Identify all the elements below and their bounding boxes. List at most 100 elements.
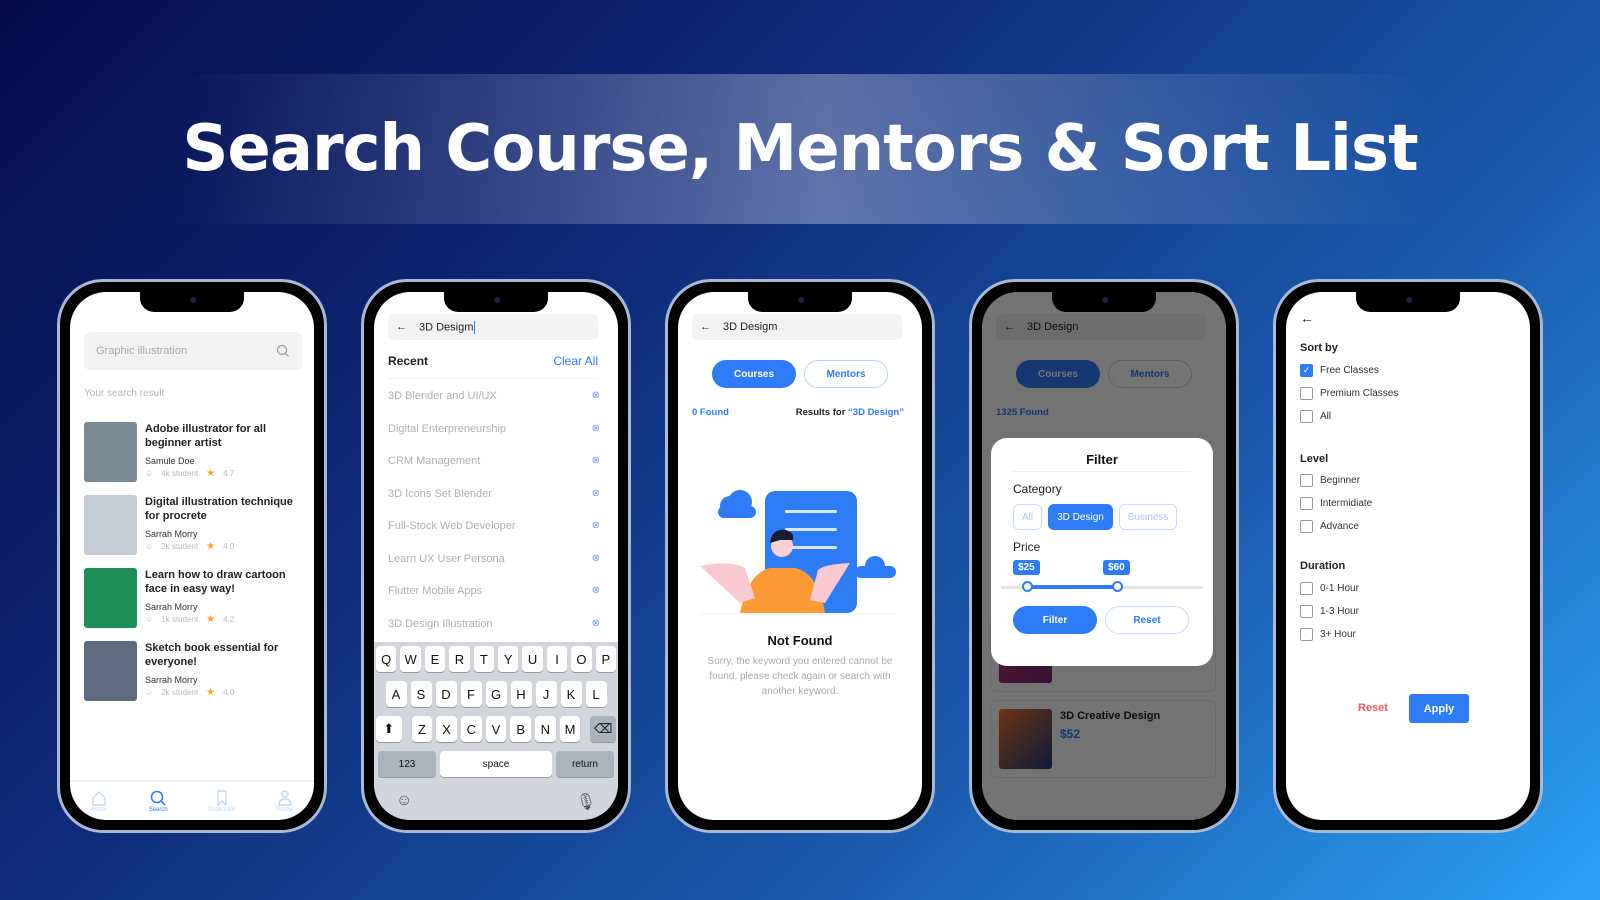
category-chip[interactable]: All: [1013, 504, 1043, 530]
recent-search-item[interactable]: 3D Blender and UI/UX ⊗: [388, 390, 600, 402]
checkbox-icon[interactable]: [1300, 605, 1313, 618]
apply-button[interactable]: Apply: [1409, 694, 1469, 723]
back-arrow-icon[interactable]: ←: [700, 321, 711, 333]
return-key[interactable]: return: [556, 751, 614, 777]
course-list-item[interactable]: Sketch book essential for everyone! Sarra…: [84, 641, 304, 701]
checkbox-icon[interactable]: [1300, 628, 1313, 641]
key-a[interactable]: A: [385, 681, 407, 707]
nav-item-search[interactable]: Search: [149, 789, 168, 813]
remove-icon[interactable]: ⊗: [592, 455, 600, 467]
key-t[interactable]: T: [473, 646, 494, 672]
recent-search-item[interactable]: 3D Icons Set Blender ⊗: [388, 488, 600, 500]
numbers-key[interactable]: 123: [378, 751, 436, 777]
key-j[interactable]: J: [535, 681, 557, 707]
nav-item-bookmark[interactable]: Bookmark: [208, 789, 235, 813]
key-b[interactable]: B: [510, 716, 532, 742]
key-v[interactable]: V: [485, 716, 507, 742]
filter-button[interactable]: Filter: [1013, 606, 1097, 634]
remove-icon[interactable]: ⊗: [592, 390, 600, 402]
category-chip[interactable]: Business: [1118, 504, 1178, 530]
key-m[interactable]: M: [559, 716, 581, 742]
key-i[interactable]: I: [546, 646, 568, 672]
backspace-key[interactable]: ⌫: [590, 716, 617, 742]
recent-search-item[interactable]: CRM Management ⊗: [388, 455, 600, 467]
space-key[interactable]: space: [440, 751, 552, 777]
tab-courses[interactable]: Courses: [712, 360, 796, 388]
key-q[interactable]: Q: [375, 646, 397, 672]
search-input[interactable]: ← 3D Desigm: [388, 314, 598, 340]
checkbox-duration[interactable]: 0-1 Hour: [1300, 582, 1359, 595]
checkbox-sort[interactable]: ✓ Free Classes: [1300, 364, 1379, 377]
course-list-item[interactable]: Learn how to draw cartoon face in easy w…: [84, 568, 304, 628]
student-count: 1k student: [161, 615, 199, 624]
key-r[interactable]: R: [449, 646, 470, 672]
key-z[interactable]: Z: [411, 716, 433, 742]
key-n[interactable]: N: [535, 716, 556, 742]
tab-mentors[interactable]: Mentors: [804, 360, 888, 388]
checkbox-icon[interactable]: [1300, 387, 1313, 400]
remove-icon[interactable]: ⊗: [592, 618, 600, 630]
key-d[interactable]: D: [435, 681, 457, 707]
price-slider[interactable]: $25 $60: [1001, 560, 1203, 600]
microphone-icon[interactable]: 🎙: [576, 792, 596, 812]
shift-key[interactable]: ⬆: [375, 716, 402, 742]
checkbox-sort[interactable]: All: [1300, 410, 1331, 423]
key-y[interactable]: Y: [498, 646, 519, 672]
slider-max-handle[interactable]: [1112, 581, 1123, 592]
course-meta: ☺ 2k student ★ 4.0: [145, 541, 304, 552]
nav-label: Bookmark: [208, 807, 236, 813]
checkbox-icon[interactable]: [1300, 582, 1313, 595]
recent-search-item[interactable]: Digital Enterpreneurship ⊗: [388, 423, 600, 435]
key-x[interactable]: X: [436, 716, 457, 742]
search-input[interactable]: Graphic illustration: [84, 332, 302, 370]
remove-icon[interactable]: ⊗: [592, 585, 600, 597]
home-icon: [92, 791, 106, 806]
slider-min-handle[interactable]: [1022, 581, 1033, 592]
reset-button[interactable]: Reset: [1358, 702, 1388, 714]
back-arrow-icon[interactable]: ←: [396, 321, 407, 333]
search-input[interactable]: ← 3D Desigm: [692, 314, 902, 340]
user-icon: ☺: [145, 469, 154, 478]
remove-icon[interactable]: ⊗: [592, 488, 600, 500]
checkbox-level[interactable]: Advance: [1300, 520, 1359, 533]
checkbox-icon[interactable]: [1300, 520, 1313, 533]
reset-button[interactable]: Reset: [1105, 606, 1189, 634]
nav-item-profile[interactable]: Profile: [276, 789, 294, 813]
key-g[interactable]: G: [485, 681, 507, 707]
checkbox-level[interactable]: Intermidiate: [1300, 497, 1372, 510]
nav-item-home[interactable]: Home: [90, 789, 108, 813]
key-c[interactable]: C: [460, 716, 482, 742]
recent-search-item[interactable]: 3D Design Illustration ⊗: [388, 618, 600, 630]
remove-icon[interactable]: ⊗: [592, 520, 600, 532]
checkbox-icon[interactable]: [1300, 474, 1313, 487]
checkbox-icon[interactable]: [1300, 410, 1313, 423]
key-e[interactable]: E: [424, 646, 446, 672]
recent-search-item[interactable]: Learn UX User Persona ⊗: [388, 553, 600, 565]
back-arrow-icon[interactable]: ←: [1300, 310, 1314, 326]
key-l[interactable]: L: [585, 681, 607, 707]
key-s[interactable]: S: [410, 681, 432, 707]
checkbox-duration[interactable]: 1-3 Hour: [1300, 605, 1359, 618]
recent-search-item[interactable]: Full-Stock Web Developer ⊗: [388, 520, 600, 532]
course-list-item[interactable]: Adobe illustrator for all beginner artis…: [84, 422, 304, 482]
checkbox-icon[interactable]: [1300, 497, 1313, 510]
clear-all-button[interactable]: Clear All: [553, 354, 598, 368]
key-p[interactable]: P: [595, 646, 617, 672]
remove-icon[interactable]: ⊗: [592, 423, 600, 435]
checkbox-sort[interactable]: Premium Classes: [1300, 387, 1398, 400]
checkbox-icon[interactable]: ✓: [1300, 364, 1313, 377]
emoji-icon[interactable]: ☺: [396, 792, 412, 812]
checkbox-duration[interactable]: 3+ Hour: [1300, 628, 1356, 641]
search-icon[interactable]: [276, 344, 290, 358]
key-k[interactable]: K: [560, 681, 582, 707]
checkbox-level[interactable]: Beginner: [1300, 474, 1360, 487]
category-chip[interactable]: 3D Design: [1048, 504, 1113, 530]
key-h[interactable]: H: [510, 681, 532, 707]
course-list-item[interactable]: Digital illustration technique for procr…: [84, 495, 304, 555]
key-o[interactable]: O: [571, 646, 592, 672]
remove-icon[interactable]: ⊗: [592, 553, 600, 565]
recent-search-item[interactable]: Flutter Mobile Apps ⊗: [388, 585, 600, 597]
key-w[interactable]: W: [400, 646, 421, 672]
key-f[interactable]: F: [460, 681, 482, 707]
key-u[interactable]: U: [522, 646, 543, 672]
